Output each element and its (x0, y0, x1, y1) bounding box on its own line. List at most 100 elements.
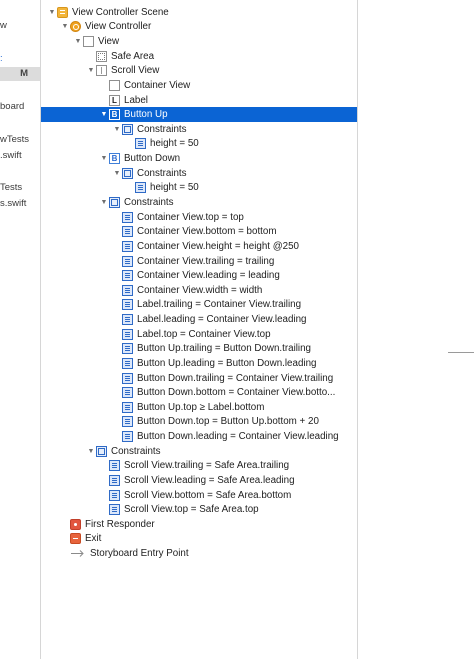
outline-row[interactable]: Container View.bottom = bottom (41, 224, 357, 239)
outline-row-label: Constraints (111, 445, 161, 457)
outline-row-label: Button Down.bottom = Container View.bott… (137, 387, 336, 399)
constraint-icon (122, 328, 133, 340)
outline-row[interactable]: ▼ Constraints (41, 166, 357, 181)
constraint-icon (109, 474, 120, 486)
safe-area-icon (96, 50, 107, 62)
navigator-fragment[interactable]: w (0, 20, 7, 31)
outline-row[interactable]: Scroll View.bottom = Safe Area.bottom (41, 488, 357, 503)
navigator-fragment[interactable]: .swift (0, 150, 22, 161)
disclosure-triangle-icon[interactable]: ▼ (99, 108, 109, 122)
disclosure-triangle-icon[interactable]: ▼ (112, 166, 122, 180)
outline-row-label: Container View.width = width (137, 284, 263, 296)
outline-row[interactable]: Button Down.trailing = Container View.tr… (41, 371, 357, 386)
constraints-group-icon (122, 167, 133, 179)
outline-row[interactable]: ▼ Constraints (41, 444, 357, 459)
label-icon: L (109, 94, 120, 106)
button-icon: B (109, 153, 120, 165)
constraint-icon (122, 299, 133, 311)
outline-row[interactable]: Label.leading = Container View.leading (41, 312, 357, 327)
interface-builder-canvas[interactable] (358, 0, 474, 659)
constraint-icon (122, 416, 133, 428)
outline-row[interactable]: Safe Area (41, 49, 357, 64)
outline-row-label: Container View (124, 79, 191, 91)
view-controller-icon (70, 21, 81, 33)
outline-row-label: Constraints (137, 123, 187, 135)
view-icon (109, 79, 120, 91)
outline-row[interactable]: Button Down.top = Button Up.bottom + 20 (41, 415, 357, 430)
navigator-fragment[interactable]: Tests (0, 182, 22, 193)
outline-row[interactable]: ▼ Scroll View (41, 64, 357, 79)
outline-row-label: Button Up.trailing = Button Down.trailin… (137, 343, 311, 355)
outline-row[interactable]: L Label (41, 93, 357, 108)
outline-row[interactable]: height = 50 (41, 181, 357, 196)
outline-row-label: View Controller (85, 21, 152, 33)
outline-row[interactable]: Container View.height = height @250 (41, 239, 357, 254)
first-responder-icon (70, 518, 81, 530)
outline-row[interactable]: Button Up.trailing = Button Down.trailin… (41, 341, 357, 356)
outline-row[interactable]: Button Up.leading = Button Down.leading (41, 356, 357, 371)
scene-icon (57, 6, 68, 18)
constraint-icon (109, 460, 120, 472)
outline-row[interactable]: Button Down.bottom = Container View.bott… (41, 385, 357, 400)
disclosure-triangle-icon[interactable]: ▼ (99, 195, 109, 209)
outline-row[interactable]: Exit (41, 532, 357, 547)
constraint-icon (122, 240, 133, 252)
navigator-selected-row[interactable]: M (0, 67, 40, 81)
outline-row[interactable]: Scroll View.top = Safe Area.top (41, 502, 357, 517)
outline-row[interactable]: First Responder (41, 517, 357, 532)
outline-row-label: Scroll View.trailing = Safe Area.trailin… (124, 460, 290, 472)
outline-row[interactable]: Button Down.leading = Container View.lea… (41, 429, 357, 444)
disclosure-triangle-icon[interactable]: ▼ (112, 122, 122, 136)
outline-row[interactable]: height = 50 (41, 137, 357, 152)
constraint-icon (122, 357, 133, 369)
outline-row[interactable]: Label.top = Container View.top (41, 327, 357, 342)
outline-row[interactable]: ▼ View Controller (41, 20, 357, 35)
outline-row[interactable]: Storyboard Entry Point (41, 546, 357, 561)
disclosure-triangle-icon[interactable]: ▼ (86, 64, 96, 78)
view-icon (83, 36, 94, 48)
outline-row[interactable]: Scroll View.trailing = Safe Area.trailin… (41, 459, 357, 474)
navigator-fragment[interactable]: : (0, 53, 3, 64)
outline-row-label: View (98, 36, 120, 48)
outline-row-label: Label.top = Container View.top (137, 328, 271, 340)
navigator-fragment[interactable]: wTests (0, 134, 29, 145)
outline-row[interactable]: Label.trailing = Container View.trailing (41, 298, 357, 313)
outline-row[interactable]: Container View (41, 78, 357, 93)
outline-row[interactable]: Container View.width = width (41, 283, 357, 298)
outline-row[interactable]: ▼ View (41, 34, 357, 49)
outline-row-label: Button Down (124, 153, 181, 165)
outline-row[interactable]: Container View.top = top (41, 210, 357, 225)
outline-row[interactable]: ▼ B Button Down (41, 151, 357, 166)
outline-row[interactable]: Container View.trailing = trailing (41, 254, 357, 269)
disclosure-triangle-icon[interactable]: ▼ (47, 5, 57, 19)
disclosure-triangle-icon[interactable]: ▼ (60, 20, 70, 34)
outline-row[interactable]: Button Up.top ≥ Label.bottom (41, 400, 357, 415)
disclosure-triangle-icon[interactable]: ▼ (86, 444, 96, 458)
disclosure-triangle-icon[interactable]: ▼ (99, 152, 109, 166)
outline-row[interactable]: Scroll View.leading = Safe Area.leading (41, 473, 357, 488)
outline-row-label: Label.leading = Container View.leading (137, 314, 307, 326)
outline-row[interactable]: Container View.leading = leading (41, 268, 357, 283)
constraint-icon (122, 372, 133, 384)
outline-row[interactable]: ▼ Constraints (41, 195, 357, 210)
navigator-fragment[interactable]: board (0, 101, 24, 112)
outline-row[interactable]: ▼ B Button Up (41, 107, 357, 122)
outline-row[interactable]: ▼ View Controller Scene (41, 5, 357, 20)
navigator-fragment[interactable]: s.swift (0, 198, 26, 209)
disclosure-triangle-icon[interactable]: ▼ (73, 35, 83, 49)
outline-row-label: Container View.trailing = trailing (137, 255, 275, 267)
constraints-group-icon (122, 123, 133, 135)
outline-row[interactable]: ▼ Constraints (41, 122, 357, 137)
